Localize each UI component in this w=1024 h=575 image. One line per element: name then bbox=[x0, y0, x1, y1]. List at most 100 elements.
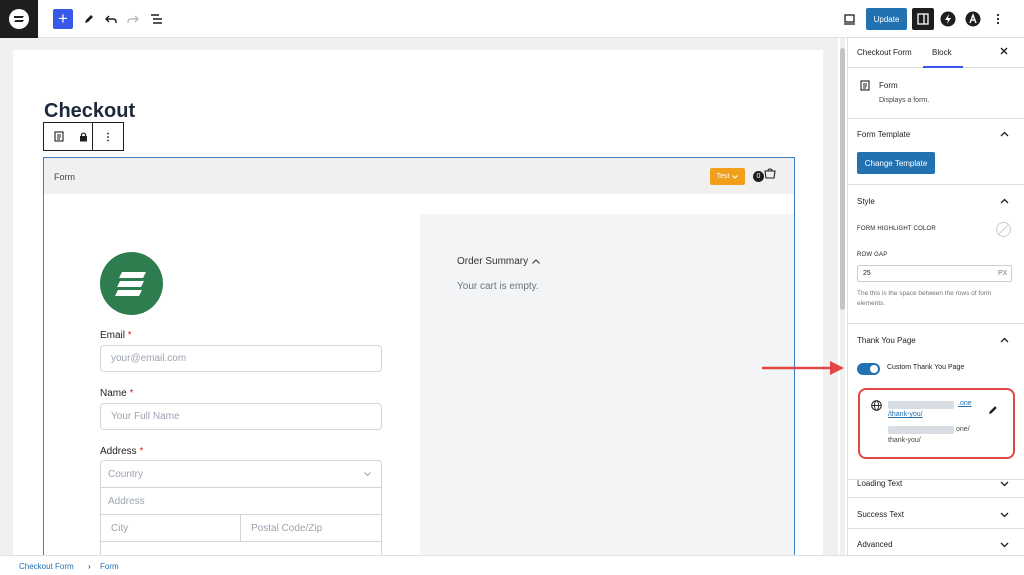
chevron-down-icon bbox=[1000, 481, 1009, 487]
chevron-up-icon[interactable] bbox=[1000, 197, 1009, 206]
chevron-down-icon bbox=[1000, 542, 1009, 548]
city-placeholder: City bbox=[111, 522, 129, 534]
postal-code-field[interactable]: Postal Code/Zip bbox=[241, 515, 381, 542]
order-summary-toggle[interactable]: Order Summary bbox=[457, 256, 540, 267]
form-block-header: Form Test 0 bbox=[44, 158, 794, 194]
breadcrumb-item-form[interactable]: Form bbox=[100, 562, 119, 571]
brand-logo bbox=[100, 252, 163, 315]
highlight-color-picker[interactable] bbox=[996, 222, 1011, 237]
toggle-knob bbox=[870, 365, 878, 373]
options-menu-button[interactable] bbox=[988, 9, 1008, 29]
country-placeholder: Country bbox=[108, 468, 144, 480]
tab-checkout-form[interactable]: Checkout Form bbox=[857, 48, 912, 57]
settings-panel-toggle[interactable] bbox=[912, 8, 934, 30]
plugin-astra-button[interactable] bbox=[963, 9, 983, 29]
row-gap-help-text: The this is the space between the rows o… bbox=[857, 290, 992, 307]
name-label-text: Name bbox=[100, 388, 127, 399]
address-line-field[interactable]: Address bbox=[101, 488, 381, 515]
annotation-arrow bbox=[762, 361, 844, 375]
address-label-text: Address bbox=[100, 446, 137, 457]
block-card-title: Form bbox=[879, 81, 898, 90]
city-field[interactable]: City bbox=[101, 515, 241, 542]
email-field[interactable]: your@email.com bbox=[100, 345, 382, 372]
add-block-button[interactable]: + bbox=[53, 9, 73, 29]
close-sidebar-button[interactable] bbox=[1000, 46, 1008, 58]
thank-you-page-heading[interactable]: Thank You Page bbox=[857, 336, 916, 345]
globe-icon bbox=[871, 400, 882, 411]
name-field[interactable]: Your Full Name bbox=[100, 403, 382, 430]
change-template-button[interactable]: Change Template bbox=[857, 152, 935, 174]
thank-you-url-card: .one /thank-you/ one/ thank-you/ bbox=[858, 388, 1015, 459]
form-template-heading[interactable]: Form Template bbox=[857, 130, 910, 139]
style-heading[interactable]: Style bbox=[857, 197, 875, 206]
more-vertical-icon bbox=[996, 13, 1000, 25]
name-label: Name * bbox=[100, 388, 133, 399]
pencil-icon bbox=[85, 15, 93, 23]
redacted-domain bbox=[888, 425, 958, 435]
chevron-down-icon bbox=[732, 174, 739, 179]
edit-tool-button[interactable] bbox=[79, 9, 99, 29]
form-block[interactable]: Form Test 0 Order Summary Your cart is e… bbox=[43, 157, 795, 555]
sidebar-tabs: Checkout Form Block bbox=[848, 38, 1024, 68]
row-gap-input[interactable]: 25 PX bbox=[857, 265, 1012, 282]
chevron-down-icon bbox=[1000, 512, 1009, 518]
required-mark: * bbox=[139, 446, 144, 457]
redo-icon bbox=[127, 15, 139, 23]
no-color-icon bbox=[998, 224, 1009, 235]
block-breadcrumb: Checkout Form › Form bbox=[0, 555, 1024, 575]
test-mode-dropdown[interactable]: Test bbox=[710, 168, 745, 185]
thank-you-url-link[interactable]: .one bbox=[958, 400, 972, 407]
custom-thank-you-toggle[interactable] bbox=[857, 363, 880, 375]
chevron-up-icon[interactable] bbox=[1000, 130, 1009, 139]
surecart-logo-icon bbox=[114, 271, 146, 296]
lock-button[interactable] bbox=[74, 123, 92, 150]
pencil-icon[interactable] bbox=[988, 405, 998, 415]
undo-button[interactable] bbox=[101, 9, 121, 29]
order-summary-panel: Order Summary Your cart is empty. bbox=[420, 214, 794, 555]
block-type-button[interactable] bbox=[44, 123, 74, 150]
block-options-button[interactable] bbox=[92, 123, 123, 150]
order-summary-title: Order Summary bbox=[457, 256, 529, 267]
redacted-domain bbox=[888, 400, 958, 410]
row-gap-unit[interactable]: PX bbox=[998, 266, 1007, 281]
sidebar-icon bbox=[917, 13, 929, 25]
breadcrumb-item-checkout-form[interactable]: Checkout Form bbox=[19, 562, 74, 571]
address-placeholder: Address bbox=[108, 495, 145, 507]
page-title[interactable]: Checkout bbox=[44, 100, 135, 123]
plugin-surecart-button[interactable] bbox=[938, 9, 958, 29]
email-placeholder: your@email.com bbox=[111, 353, 187, 364]
undo-icon bbox=[105, 15, 117, 23]
required-mark: * bbox=[129, 388, 134, 399]
tab-block[interactable]: Block bbox=[932, 48, 952, 57]
astra-icon bbox=[965, 11, 981, 27]
lock-icon bbox=[79, 132, 87, 142]
row-gap-value: 25 bbox=[863, 270, 871, 277]
thank-you-url-link-path[interactable]: /thank-you/ bbox=[888, 411, 923, 418]
country-select[interactable]: Country bbox=[101, 461, 381, 488]
site-logo-button[interactable] bbox=[0, 0, 38, 38]
test-mode-label: Test bbox=[716, 173, 730, 180]
document-overview-button[interactable] bbox=[146, 9, 166, 29]
address-fieldset: Country Address City Postal Code/Zip bbox=[100, 460, 382, 555]
success-text-panel[interactable]: Success Text bbox=[848, 498, 1024, 529]
desktop-icon bbox=[843, 13, 855, 25]
block-toolbar bbox=[43, 122, 124, 151]
cart-icon[interactable] bbox=[763, 168, 777, 182]
custom-thank-you-label: Custom Thank You Page bbox=[887, 364, 965, 371]
chevron-down-icon bbox=[364, 472, 371, 476]
form-block-icon bbox=[54, 131, 64, 142]
canvas-scrollbar-thumb[interactable] bbox=[840, 48, 845, 310]
loading-text-panel[interactable]: Loading Text bbox=[848, 467, 1024, 498]
form-block-label: Form bbox=[54, 172, 75, 182]
preview-device-button[interactable] bbox=[839, 9, 859, 29]
row-gap-label: ROW GAP bbox=[857, 252, 888, 258]
loading-text-heading: Loading Text bbox=[857, 479, 903, 488]
surecart-plugin-icon bbox=[940, 11, 956, 27]
advanced-panel[interactable]: Advanced bbox=[848, 529, 1024, 555]
required-mark: * bbox=[127, 330, 132, 341]
update-button[interactable]: Update bbox=[866, 8, 907, 30]
email-label: Email * bbox=[100, 330, 132, 341]
redo-button[interactable] bbox=[123, 9, 143, 29]
form-block-icon bbox=[860, 80, 870, 91]
chevron-up-icon[interactable] bbox=[1000, 336, 1009, 345]
